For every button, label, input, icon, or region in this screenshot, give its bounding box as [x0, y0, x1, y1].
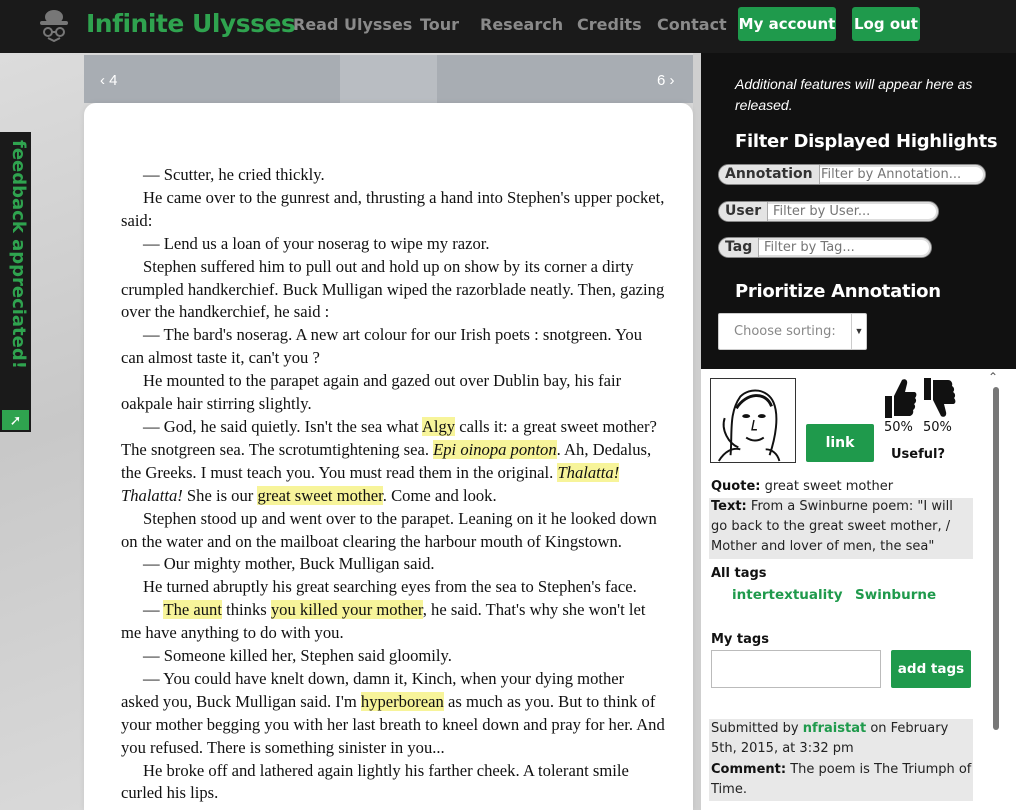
text-run: — Scutter, he cried thickly. — [143, 165, 325, 184]
caret-down-icon[interactable]: ▼ — [851, 314, 866, 349]
text-label: Text: — [711, 499, 747, 514]
add-tags-button[interactable]: add tags — [891, 650, 971, 688]
all-tags-label: All tags — [711, 566, 767, 581]
text-run: He mounted to the parapet again and gaze… — [121, 371, 622, 414]
highlighted-annotation[interactable]: you killed your mother — [270, 600, 423, 620]
text-paragraph: — You could have knelt down, damn it, Ki… — [121, 668, 666, 760]
text-run: He came over to the gunrest and, thrusti… — [121, 187, 665, 230]
scrollbar-thumb[interactable] — [993, 387, 999, 730]
brand-title[interactable]: Infinite Ulysses — [86, 9, 296, 38]
tag-filter-input[interactable] — [760, 238, 930, 257]
sort-select-value[interactable]: Choose sorting: — [734, 324, 836, 339]
my-account-button[interactable]: My account — [738, 7, 836, 41]
text-paragraph: — God, he said quietly. Isn't the sea wh… — [121, 416, 666, 508]
text-paragraph: — Lend us a loan of your noserag to wipe… — [121, 233, 666, 256]
highlighted-annotation[interactable]: ! — [613, 462, 620, 482]
cursor-arrow-icon[interactable]: ➚ — [2, 410, 29, 430]
filter-heading: Filter Displayed Highlights — [735, 131, 998, 152]
text-run: He broke off and lathered again lightly … — [121, 760, 629, 803]
text-run: — The bard's noserag. A new art colour f… — [121, 325, 643, 368]
panel-gap — [693, 53, 701, 810]
annotation-filter-input[interactable] — [817, 165, 983, 184]
annotation-quote: Quote: great sweet mother — [711, 477, 981, 497]
thumbs-up-icon[interactable] — [883, 376, 917, 420]
text-paragraph: He mounted to the parapet again and gaze… — [121, 370, 666, 416]
text-paragraph: Stephen stood up and went over to the pa… — [121, 508, 666, 554]
tag-filter[interactable]: Tag — [718, 237, 932, 258]
tag-filter-label: Tag — [719, 238, 760, 257]
user-filter[interactable]: User — [718, 201, 939, 222]
text-paragraph: He turned abruptly his great searching e… — [121, 576, 666, 599]
text-paragraph: He came over to the gunrest and, thrusti… — [121, 187, 666, 233]
submitted-by-label: Submitted by — [711, 721, 799, 736]
tag-intertextuality[interactable]: intertextuality — [732, 587, 843, 603]
text-run: — God, he said quietly. Isn't the sea wh… — [143, 416, 422, 436]
thumbs-down-icon[interactable] — [922, 376, 956, 420]
nav-research[interactable]: Research — [480, 15, 563, 34]
highlighted-annotation[interactable]: hyperborean — [360, 691, 444, 711]
prioritize-heading: Prioritize Annotation — [735, 281, 941, 302]
useful-no-percent: 50% — [923, 420, 952, 435]
text-run: — Lend us a loan of your noserag to wipe… — [143, 233, 490, 253]
quote-label: Quote: — [711, 479, 761, 494]
text-paragraph: — The aunt thinks you killed your mother… — [121, 599, 666, 645]
submission-info: Submitted by nfraistat on February 5th, … — [711, 719, 973, 759]
ulysses-text: — Scutter, he cried thickly. He came over… — [121, 164, 666, 805]
useful-yes-percent: 50% — [884, 420, 913, 435]
log-out-button[interactable]: Log out — [852, 7, 920, 41]
prev-page-link[interactable]: ‹ 4 — [100, 72, 118, 89]
feedback-label[interactable]: feedback appreciated! — [4, 140, 30, 410]
text-run: Thalatta! — [121, 485, 183, 505]
annotation-link-button[interactable]: link — [806, 424, 874, 462]
text-paragraph: — The bard's noserag. A new art colour f… — [121, 324, 666, 370]
annotation-filter[interactable]: Annotation — [718, 164, 986, 185]
text-run: — Someone killed her, Stephen said gloom… — [143, 646, 452, 666]
nav-read-ulysses[interactable]: Read Ulysses — [293, 15, 412, 34]
user-filter-label: User — [719, 202, 769, 221]
text-run: — Our mighty mother, Buck Mulligan said. — [143, 554, 435, 574]
spy-hat-glasses-icon[interactable] — [38, 8, 70, 42]
text-run: — — [143, 600, 164, 620]
text-paragraph: Stephen suffered him to pull out and hol… — [121, 256, 666, 325]
highlighted-annotation[interactable]: Thalatta — [557, 462, 614, 482]
text-run: She is our — [182, 485, 258, 505]
submitter-username[interactable]: nfraistat — [803, 721, 867, 736]
text-run: . Come and look. — [382, 485, 497, 505]
text-paragraph: He broke off and lathered again lightly … — [121, 760, 666, 806]
annotation-comment: Comment: The poem is The Triumph of Time… — [711, 760, 973, 800]
useful-label: Useful? — [891, 447, 946, 462]
text-run: thinks — [221, 600, 271, 620]
highlighted-annotation[interactable]: Epi oinopa ponton — [433, 439, 557, 459]
nav-contact[interactable]: Contact — [657, 15, 727, 34]
annotation-text: Text: From a Swinburne poem: "I will go … — [711, 497, 973, 557]
nav-credits[interactable]: Credits — [577, 15, 642, 34]
user-filter-input[interactable] — [769, 202, 937, 221]
text-paragraph: — Scutter, he cried thickly. — [121, 164, 666, 187]
text-paragraph: — Someone killed her, Stephen said gloom… — [121, 645, 666, 668]
my-tags-label: My tags — [711, 632, 769, 647]
text-run: He turned abruptly his great searching e… — [143, 577, 637, 597]
highlighted-annotation[interactable]: Algy — [421, 416, 456, 436]
user-avatar — [710, 378, 796, 463]
text-run: Stephen suffered him to pull out and hol… — [121, 256, 665, 322]
text-paragraph: — Our mighty mother, Buck Mulligan said. — [121, 553, 666, 576]
pager-middle — [340, 55, 437, 103]
sidebar-note: Additional features will appear here as … — [735, 76, 973, 113]
tag-swinburne[interactable]: Swinburne — [855, 587, 936, 603]
my-tags-input[interactable] — [711, 650, 881, 688]
nav-tour[interactable]: Tour — [420, 15, 459, 34]
scroll-up-icon[interactable]: ⌃ — [988, 370, 998, 384]
comment-label: Comment: — [711, 762, 787, 777]
annotation-body: From a Swinburne poem: "I will go back t… — [711, 499, 953, 554]
highlighted-annotation[interactable]: The aunt — [163, 600, 222, 620]
annotation-filter-label: Annotation — [719, 165, 820, 184]
highlighted-annotation[interactable]: great sweet mother — [257, 485, 383, 505]
text-run: Stephen stood up and went over to the pa… — [121, 508, 657, 551]
quote-text: great sweet mother — [764, 479, 894, 494]
next-page-link[interactable]: 6 › — [657, 72, 675, 89]
